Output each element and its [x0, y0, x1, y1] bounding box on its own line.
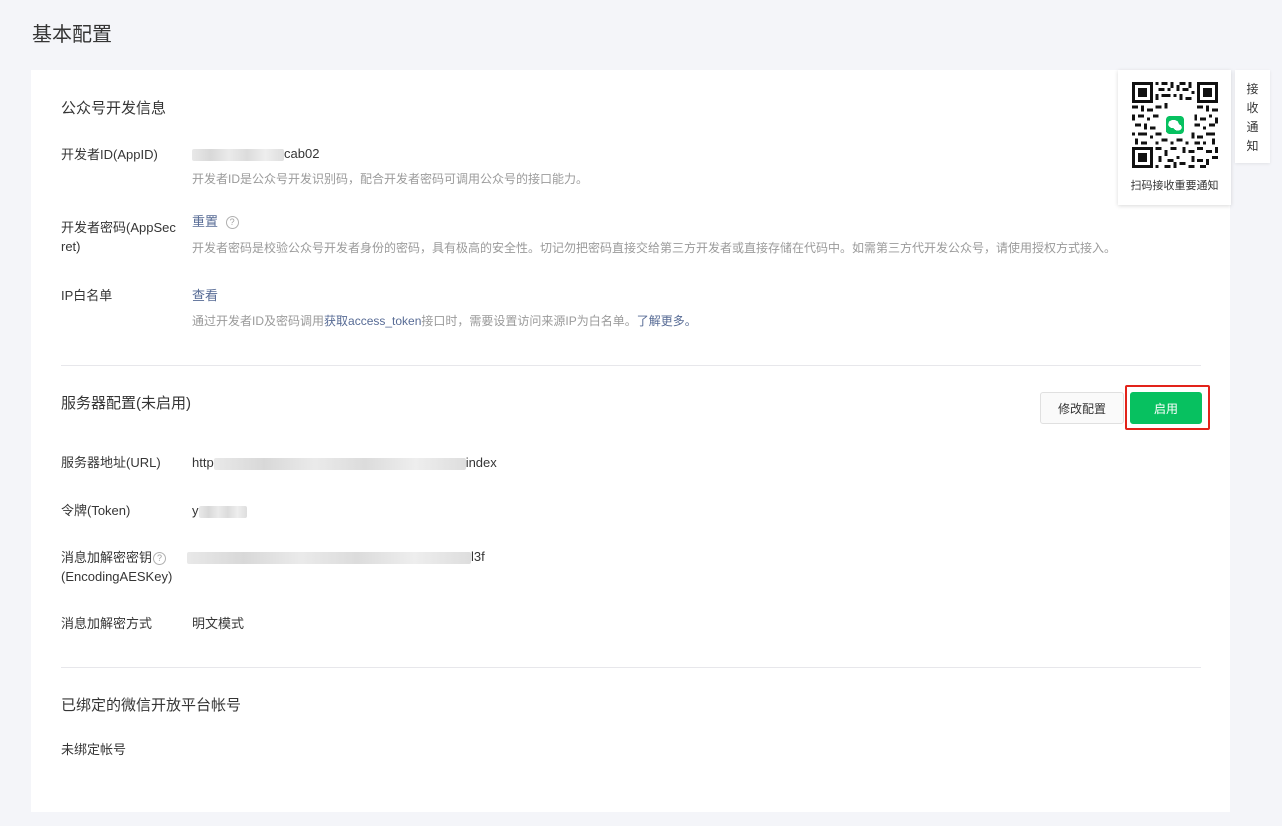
encrypt-mode-value: 明文模式 — [192, 616, 245, 631]
app-secret-value: 重置 ? — [192, 212, 239, 231]
app-secret-label-line2: ret) — [61, 239, 81, 254]
masked-url — [213, 457, 466, 470]
qr-code-icon — [1132, 82, 1218, 168]
qr-notification-panel: 扫码接收重要通知 — [1118, 70, 1231, 205]
question-icon[interactable]: ? — [225, 216, 239, 230]
aes-key-label-line2: (EncodingAESKey) — [61, 569, 173, 584]
qr-caption: 扫码接收重要通知 — [1130, 180, 1219, 192]
ip-desc-middle: 接口时，需要设置访问来源IP为白名单。 — [421, 314, 637, 328]
token-prefix: y — [192, 503, 199, 518]
modify-config-button[interactable]: 修改配置 — [1040, 392, 1124, 424]
side-tab-char: 接 — [1246, 82, 1259, 96]
config-card: 公众号开发信息 开发者ID(AppID) cab02 开发者ID是公众号开发识别… — [31, 70, 1230, 812]
encrypt-mode-label: 消息加解密方式 — [61, 616, 153, 631]
reset-secret-link[interactable]: 重置 — [192, 214, 218, 229]
masked-aes-key — [187, 551, 471, 564]
enable-button-highlight — [1125, 385, 1210, 430]
aes-key-value: l3f — [187, 547, 485, 566]
server-url-prefix: http — [192, 455, 214, 470]
receive-notification-tab[interactable]: 接 收 通 知 — [1235, 70, 1270, 163]
token-label: 令牌(Token) — [61, 503, 131, 518]
aes-key-suffix: l3f — [471, 549, 485, 564]
ip-desc-prefix: 通过开发者ID及密码调用 — [192, 314, 325, 328]
ip-whitelist-desc: 通过开发者ID及密码调用获取access_token接口时，需要设置访问来源IP… — [192, 312, 697, 330]
app-id-suffix: cab02 — [284, 146, 320, 161]
token-value: y — [192, 501, 247, 520]
ip-whitelist-label: IP白名单 — [61, 288, 113, 303]
masked-app-id — [192, 148, 284, 161]
open-platform-status: 未绑定帐号 — [61, 742, 127, 757]
open-platform-title: 已绑定的微信开放平台帐号 — [61, 697, 242, 714]
app-secret-desc: 开发者密码是校验公众号开发者身份的密码，具有极高的安全性。切记勿把密码直接交给第… — [192, 241, 1117, 255]
app-secret-label-line1: 开发者密码(AppSec — [61, 220, 176, 235]
app-id-value: cab02 — [192, 144, 319, 163]
developer-info-title: 公众号开发信息 — [61, 100, 167, 117]
side-tab-char: 通 — [1246, 120, 1259, 134]
question-icon[interactable]: ? — [153, 552, 167, 566]
app-secret-label: 开发者密码(AppSec ret) — [61, 218, 176, 256]
server-url-label: 服务器地址(URL) — [61, 455, 161, 470]
view-ip-whitelist-link[interactable]: 查看 — [192, 286, 218, 305]
server-url-suffix: index — [465, 455, 497, 470]
masked-token — [198, 505, 247, 518]
access-token-link[interactable]: 获取access_token — [324, 314, 421, 328]
side-tab-char: 收 — [1246, 101, 1259, 115]
app-id-label: 开发者ID(AppID) — [61, 147, 158, 162]
page-title: 基本配置 — [32, 24, 112, 46]
learn-more-link[interactable]: 了解更多。 — [637, 314, 697, 328]
aes-key-label: 消息加解密密钥? (EncodingAESKey) — [61, 548, 172, 586]
section-divider — [61, 365, 1201, 366]
section-divider — [61, 667, 1201, 668]
app-id-desc: 开发者ID是公众号开发识别码，配合开发者密码可调用公众号的接口能力。 — [192, 172, 589, 186]
server-url-value: http index — [192, 453, 497, 472]
aes-key-label-line1: 消息加解密密钥? — [61, 548, 172, 567]
server-config-title: 服务器配置(未启用) — [61, 395, 191, 412]
side-tab-char: 知 — [1246, 139, 1259, 153]
